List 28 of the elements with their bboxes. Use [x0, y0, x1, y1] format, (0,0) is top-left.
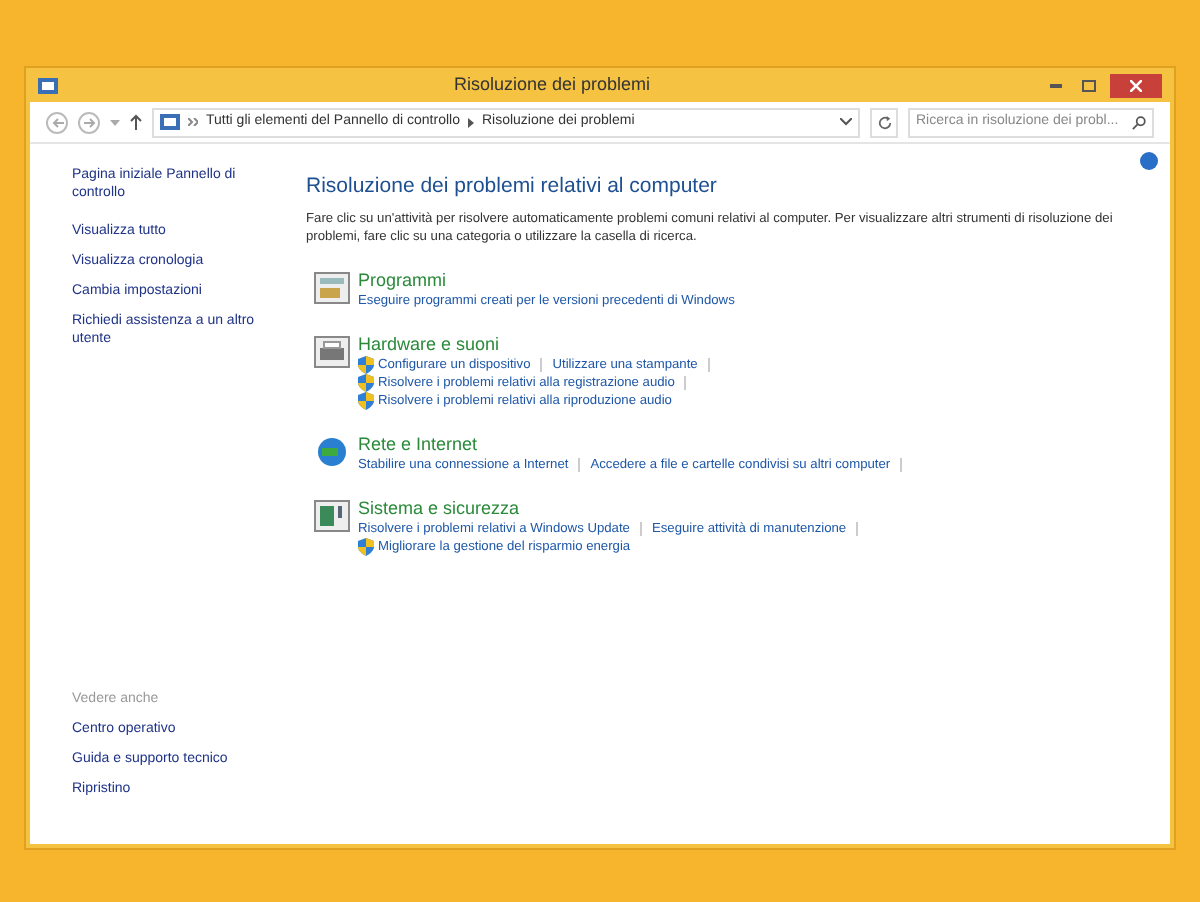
refresh-icon [877, 115, 891, 129]
close-button[interactable] [1110, 73, 1162, 97]
category-title[interactable]: Hardware e suoni [358, 333, 710, 356]
forward-arrow-icon [83, 117, 95, 127]
minimize-icon [1050, 83, 1062, 87]
up-arrow-icon [130, 114, 142, 130]
maximize-icon [1081, 79, 1095, 91]
category-title[interactable]: Sistema e sicurezza [358, 497, 859, 520]
close-icon [1130, 79, 1142, 91]
help-icon[interactable] [1140, 152, 1158, 170]
window-title: Risoluzione dei problemi [451, 71, 653, 98]
printer-icon [314, 335, 350, 368]
globe-icon [314, 435, 350, 468]
back-arrow-icon [51, 117, 63, 127]
breadcrumb-separator-icon [467, 117, 474, 127]
refresh-button[interactable] [870, 107, 898, 137]
control-panel-icon [160, 114, 180, 130]
maximize-button[interactable] [1078, 75, 1098, 95]
control-panel-icon [38, 77, 58, 93]
program-window-icon [314, 271, 350, 304]
search-icon [1132, 115, 1146, 129]
system-panel-icon [314, 499, 350, 532]
dropdown-caret-icon [840, 118, 852, 126]
dropdown-caret-icon [110, 119, 120, 125]
page-heading: Risoluzione dei problemi relativi al computer [306, 172, 719, 202]
overflow-chevron-icon [188, 118, 198, 126]
category-title[interactable]: Rete e Internet [358, 433, 903, 456]
category-title[interactable]: Programmi [358, 269, 735, 292]
